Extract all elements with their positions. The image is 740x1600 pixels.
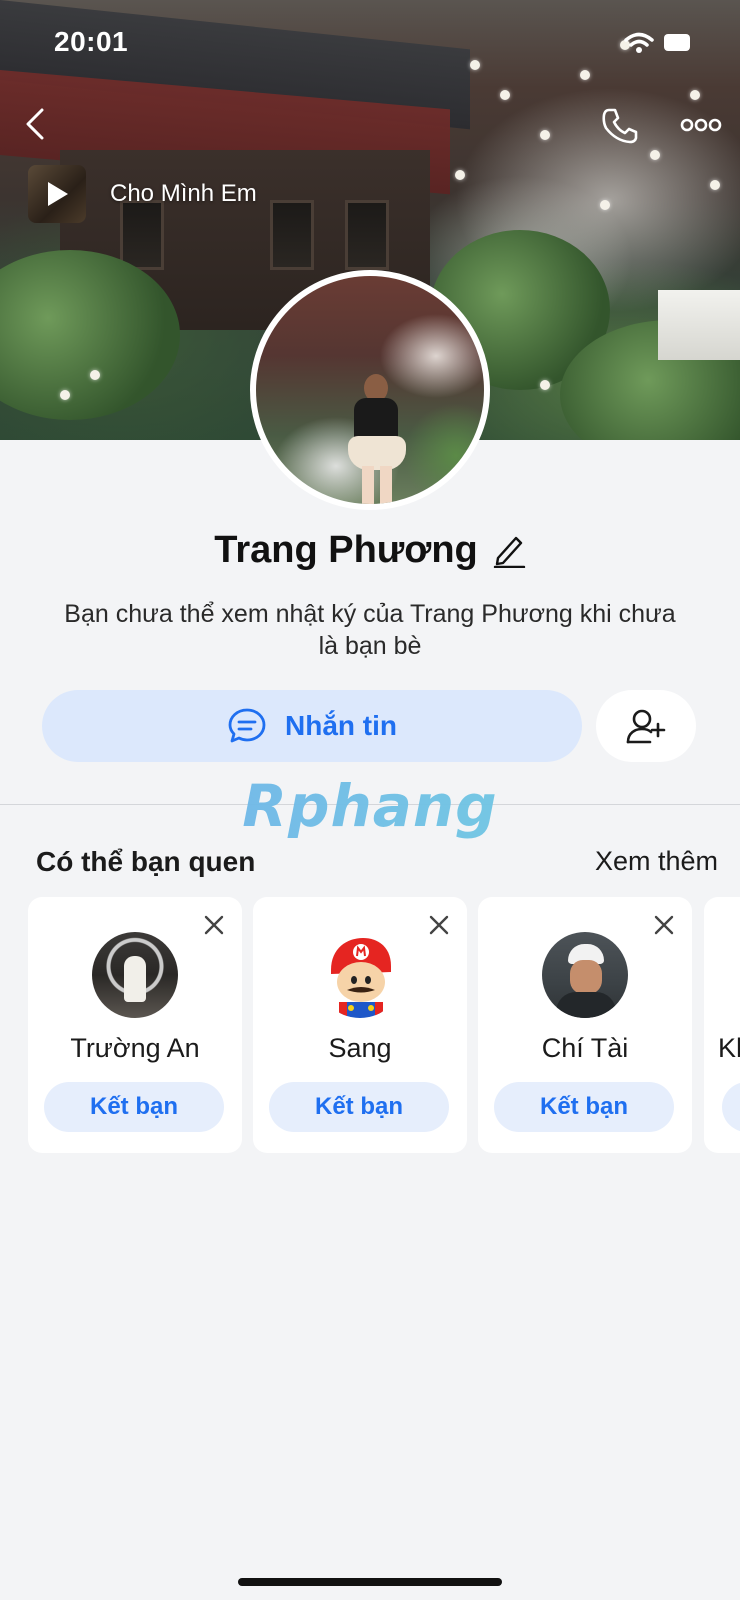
music-thumbnail[interactable] [28,165,86,223]
avatar-person [556,992,616,1018]
avatar-person [570,960,602,994]
profile-name-row: Trang Phương [0,520,740,580]
suggestion-name: Trường An [70,1033,200,1063]
suggestion-name: Chí Tài [541,1033,629,1063]
avatar-person [124,956,146,1002]
cover-flower [90,370,100,380]
suggestion-card[interactable]: Sang Kết bạn [253,897,467,1153]
user-plus-icon [626,709,666,744]
cover-flower [690,90,700,100]
phone-icon[interactable] [600,106,640,146]
suggestion-name: Kh [718,1033,740,1063]
chat-bubble-icon [228,708,266,743]
add-friend-button[interactable] [596,690,696,762]
pencil-icon[interactable] [492,532,526,568]
add-friend-button[interactable] [722,1082,740,1132]
cover-flower [455,170,465,180]
status-time: 20:01 [54,26,129,57]
play-icon[interactable] [48,182,68,206]
watermark-logo: Rphang [0,772,740,840]
cover-flower [540,130,550,140]
close-icon[interactable] [652,913,676,937]
profile-music[interactable]: Cho Mình Em [28,165,257,223]
add-friend-button[interactable]: Kết bạn [44,1082,224,1132]
cover-flower [600,200,610,210]
suggestions-title: Có thể bạn quen [36,846,256,877]
avatar-person [362,466,392,504]
avatar[interactable] [92,932,178,1018]
cover-flower [540,380,550,390]
chevron-left-icon[interactable] [22,106,50,142]
message-button-label: Nhắn tin [285,710,397,741]
add-friend-button[interactable]: Kết bạn [494,1082,674,1132]
add-friend-button[interactable]: Kết bạn [269,1082,449,1132]
cover-flower [650,150,660,160]
suggestion-card[interactable]: Kh [704,897,740,1153]
message-button[interactable]: Nhắn tin [42,690,582,762]
avatar-person [348,436,406,470]
cover-flower [60,390,70,400]
avatar[interactable] [250,270,490,510]
mario-avatar-icon [331,938,391,1018]
suggestion-card[interactable]: Chí Tài Kết bạn [478,897,692,1153]
cover-flower [710,180,720,190]
suggestion-name: Sang [328,1033,392,1063]
status-bar: 20:01 [0,0,740,90]
profile-name: Trang Phương [214,528,478,571]
wifi-icon [624,32,654,53]
suggestion-card[interactable]: Trường An Kết bạn [28,897,242,1153]
cover-window [270,200,314,270]
music-title: Cho Mình Em [110,180,257,207]
close-icon[interactable] [202,913,226,937]
close-icon[interactable] [427,913,451,937]
see-more-link[interactable]: Xem thêm [595,846,718,877]
more-horizontal-icon[interactable] [680,112,722,138]
cover-piano [658,290,740,360]
cover-window [345,200,389,270]
avatar[interactable] [317,932,403,1018]
home-indicator[interactable] [238,1578,502,1586]
profile-notice: Bạn chưa thể xem nhật ký của Trang Phươn… [64,600,676,660]
avatar[interactable] [542,932,628,1018]
cover-flower [500,90,510,100]
battery-icon [664,34,690,51]
